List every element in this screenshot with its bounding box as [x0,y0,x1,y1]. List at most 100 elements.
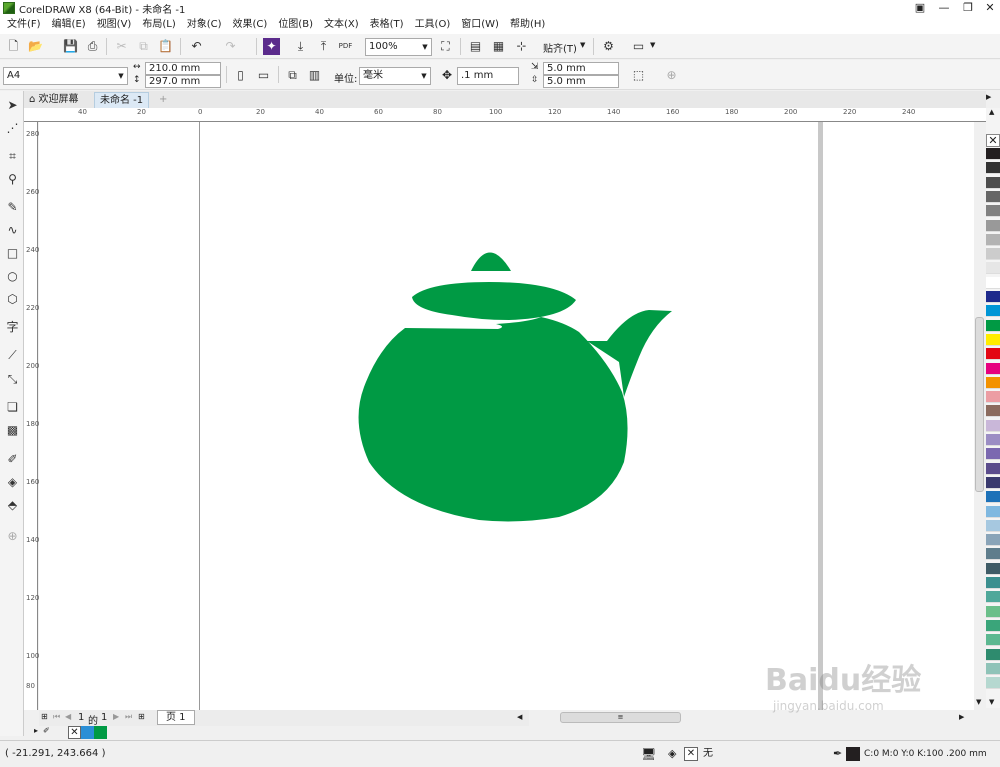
palette-swatch[interactable] [986,276,1000,289]
document-color-settings-icon[interactable]: 🖥 [641,747,656,761]
palette-swatch[interactable] [986,519,1000,532]
add-page-icon[interactable]: ⊞ [41,712,48,721]
print-icon[interactable]: ⎙ [84,38,101,55]
no-color-swatch-icon[interactable]: ✕ [986,134,1000,147]
eyedropper-tool-icon[interactable]: ✐ [4,451,21,468]
add-toolbar-icon[interactable]: ⊕ [663,67,680,84]
outline-pen-icon[interactable]: ✒ [833,747,842,761]
palette-swatch[interactable] [986,534,1000,547]
teapot-drawing[interactable] [39,122,974,710]
menu-effects[interactable]: 效果(C) [228,16,274,34]
menu-tools[interactable]: 工具(O) [410,16,457,34]
palette-swatch[interactable] [986,190,1000,203]
palette-swatch[interactable] [986,419,1000,432]
polygon-tool-icon[interactable]: ⬡ [4,291,21,308]
palette-swatch[interactable] [986,233,1000,246]
duplicate-x-input[interactable]: 5.0 mm [543,62,619,75]
first-page-icon[interactable]: ⏮ [53,712,60,722]
connector-tool-icon[interactable]: ⤡ [4,371,21,388]
palette-swatch[interactable] [986,448,1000,461]
tab-document[interactable]: 未命名 -1 [94,92,150,108]
menu-text[interactable]: 文本(X) [319,16,365,34]
palette-swatch[interactable] [986,376,1000,389]
fill-bucket-icon[interactable]: ◈ [668,747,676,761]
units-select[interactable]: 毫米 ▼ [359,67,431,85]
menu-table[interactable]: 表格(T) [365,16,410,34]
palette-swatch[interactable] [986,462,1000,475]
shape-tool-icon[interactable]: ⋰ [4,120,21,137]
cut-icon[interactable]: ✂ [113,38,130,55]
palette-swatch[interactable] [986,562,1000,575]
menu-window[interactable]: 窗口(W) [456,16,505,34]
menu-object[interactable]: 对象(C) [182,16,228,34]
horizontal-scroll-thumb[interactable]: ≡ [560,712,681,723]
save-icon[interactable]: 💾 [62,38,79,55]
artistic-media-icon[interactable]: ∿ [4,222,21,239]
palette-swatch[interactable] [986,491,1000,504]
freehand-tool-icon[interactable]: ✎ [4,199,21,216]
palette-swatch[interactable] [986,148,1000,160]
nudge-distance-input[interactable]: .1 mm [457,67,519,85]
menu-file[interactable]: 文件(F) [2,16,47,34]
palette-swatch[interactable] [986,391,1000,404]
all-pages-icon[interactable]: ⧉ [284,67,301,84]
portrait-icon[interactable]: ▯ [232,67,249,84]
palette-swatch[interactable] [986,348,1000,361]
search-content-icon[interactable]: ✦ [263,38,280,55]
palette-swatch[interactable] [986,291,1000,303]
document-swatch-blue[interactable] [81,726,94,739]
minimize-button[interactable]: — [932,0,956,16]
undo-icon[interactable]: ↶ [188,38,205,55]
text-tool-icon[interactable]: 字 [4,319,21,336]
palette-swatch[interactable] [986,677,1000,690]
palette-swatch[interactable] [986,577,1000,589]
menu-help[interactable]: 帮助(H) [505,16,551,34]
menu-view[interactable]: 视图(V) [92,16,138,34]
previous-page-icon[interactable]: ◀ [65,712,71,721]
publish-pdf-icon[interactable]: PDF [337,38,354,55]
user-account-icon[interactable]: ▣ [908,0,932,16]
palette-swatch[interactable] [986,648,1000,661]
import-icon[interactable]: ⤓ [292,38,309,55]
document-swatch-green[interactable] [94,726,107,739]
drop-shadow-tool-icon[interactable]: ❏ [4,399,21,416]
page-tab-1[interactable]: 页 1 [157,710,195,725]
smart-fill-icon[interactable]: ⬘ [4,497,21,514]
drawing-canvas[interactable] [39,122,974,710]
palette-swatch[interactable] [986,605,1000,618]
document-palette-menu-icon[interactable]: ▸ [34,726,38,735]
palette-swatch[interactable] [986,505,1000,518]
palette-swatch[interactable] [986,634,1000,647]
add-page-after-icon[interactable]: ⊞ [138,712,145,721]
open-folder-icon[interactable]: 📂 [27,38,44,55]
palette-swatch[interactable] [986,176,1000,189]
redo-icon[interactable]: ↷ [222,38,239,55]
teapot-shape[interactable] [358,252,672,522]
new-document-icon[interactable]: 🗋 [5,38,22,55]
parallel-dimension-icon[interactable]: ⟋ [4,347,21,364]
palette-swatch[interactable] [986,591,1000,604]
show-grid-icon[interactable]: ▦ [490,38,507,55]
palette-swatch[interactable] [986,162,1000,175]
page-width-input[interactable]: 210.0 mm [145,62,221,75]
menu-layout[interactable]: 布局(L) [137,16,181,34]
zoom-tool-icon[interactable]: ⚲ [4,171,21,188]
scroll-down-icon[interactable]: ▼ [976,698,981,706]
paste-icon[interactable]: 📋 [157,38,174,55]
transparency-tool-icon[interactable]: ▩ [4,422,21,439]
landscape-icon[interactable]: ▭ [255,67,272,84]
palette-swatch[interactable] [986,434,1000,446]
palette-swatch[interactable] [986,305,1000,318]
palette-swatch[interactable] [986,333,1000,346]
options-gear-icon[interactable]: ⚙ [600,38,617,55]
new-tab-button[interactable]: + [154,92,172,108]
rectangle-tool-icon[interactable]: □ [4,245,21,262]
palette-swatch[interactable] [986,476,1000,489]
show-rulers-icon[interactable]: ▤ [467,38,484,55]
vertical-scroll-thumb[interactable] [975,317,984,492]
chevron-right-icon[interactable]: ▶ [986,93,991,101]
tab-welcome-screen[interactable]: ⌂ 欢迎屏幕 [24,92,84,108]
export-icon[interactable]: ⤒ [315,38,332,55]
page-height-input[interactable]: 297.0 mm [145,75,221,88]
scroll-right-icon[interactable]: ▶ [959,713,964,721]
